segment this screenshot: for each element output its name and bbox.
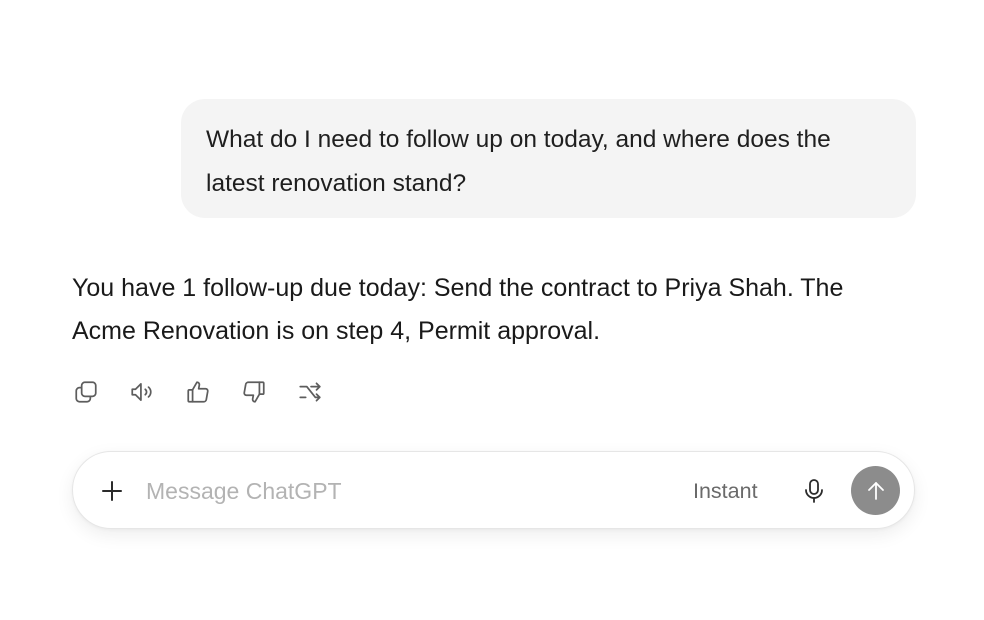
plus-icon [102, 481, 122, 501]
message-input[interactable] [146, 474, 666, 508]
thumbs-down-icon [243, 381, 265, 403]
user-message-bubble: What do I need to follow up on today, an… [181, 99, 916, 218]
user-message-text: What do I need to follow up on today, an… [206, 126, 831, 197]
bad-response-button[interactable] [240, 378, 268, 406]
arrow-up-icon [867, 481, 884, 500]
model-mode-button[interactable]: Instant [693, 474, 758, 508]
voice-input-button[interactable] [799, 476, 829, 506]
speaker-icon [131, 383, 152, 401]
message-composer: Instant [72, 451, 915, 529]
send-button[interactable] [851, 466, 900, 515]
message-action-bar [72, 376, 352, 408]
chat-page: What do I need to follow up on today, an… [0, 0, 984, 620]
good-response-button[interactable] [184, 378, 212, 406]
thumbs-up-icon [187, 381, 209, 403]
switch-model-button[interactable] [296, 378, 324, 406]
shuffle-icon [299, 382, 321, 402]
assistant-message: You have 1 follow-up due today: Send the… [72, 267, 892, 353]
read-aloud-button[interactable] [128, 378, 156, 406]
assistant-message-text: You have 1 follow-up due today: Send the… [72, 274, 844, 345]
add-attachment-button[interactable] [98, 477, 126, 505]
microphone-icon [805, 479, 823, 503]
copy-icon [75, 381, 97, 403]
copy-button[interactable] [72, 378, 100, 406]
